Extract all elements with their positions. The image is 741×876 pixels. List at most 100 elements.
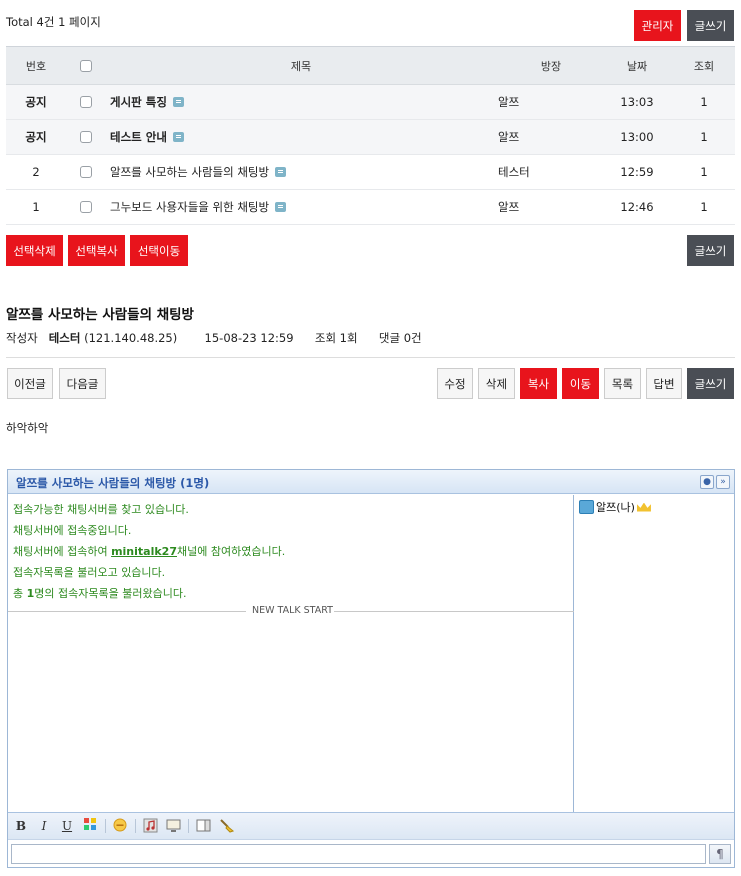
- checkbox-icon: [80, 131, 92, 143]
- chat-widget: 알쯔를 사모하는 사람들의 채팅방 (1명) ● » 접속가능한 채팅서버를 찾…: [7, 469, 735, 868]
- screen-icon[interactable]: [165, 818, 181, 834]
- row-checkbox[interactable]: [78, 85, 94, 119]
- expand-icon[interactable]: »: [716, 475, 730, 489]
- table-row: 1 그누보드 사용자들을 위한 채팅방 알쯔 12:46 1: [6, 190, 735, 225]
- col-number: 번호: [25, 59, 47, 73]
- italic-button[interactable]: I: [37, 818, 51, 834]
- comment-icon: [172, 132, 184, 142]
- copy-button[interactable]: 복사: [520, 368, 557, 399]
- write-button-bottom[interactable]: 글쓰기: [687, 235, 734, 266]
- table-row: 공지 테스트 안내 알쯔 13:00 1: [6, 120, 735, 155]
- comment-icon: [275, 167, 287, 177]
- row-title: 알쯔를 사모하는 사람들의 채팅방: [110, 165, 270, 179]
- row-checkbox[interactable]: [78, 155, 94, 189]
- log-line: 채팅서버에 접속하여 minitalk27채널에 참여하였습니다.: [13, 543, 285, 559]
- row-author[interactable]: 알쯔: [498, 85, 578, 119]
- author-label: 작성자: [6, 331, 38, 345]
- post-views: 조회 1회: [314, 331, 358, 345]
- table-header: 번호 제목 방장 날짜 조회: [6, 47, 735, 85]
- crown-icon: [636, 502, 651, 512]
- row-title-link[interactable]: 테스트 안내: [110, 120, 490, 154]
- next-post-button[interactable]: 다음글: [59, 368, 106, 399]
- row-number: 공지: [25, 95, 47, 109]
- col-title: 제목: [290, 59, 312, 73]
- select-move-button[interactable]: 선택이동: [130, 235, 188, 266]
- row-title: 그누보드 사용자들을 위한 채팅방: [110, 200, 270, 214]
- row-title-link[interactable]: 그누보드 사용자들을 위한 채팅방: [110, 190, 490, 224]
- box-icon[interactable]: [195, 818, 211, 834]
- log-line: 총 1명의 접속자목록을 불러왔습니다.: [13, 585, 186, 601]
- music-icon[interactable]: [142, 818, 158, 834]
- divider: [6, 357, 735, 358]
- row-author[interactable]: 알쯔: [498, 190, 578, 224]
- col-views: 조회: [693, 59, 715, 73]
- reply-button[interactable]: 답변: [646, 368, 682, 399]
- row-checkbox[interactable]: [78, 120, 94, 154]
- row-checkbox[interactable]: [78, 190, 94, 224]
- select-delete-button[interactable]: 선택삭제: [6, 235, 63, 266]
- user-name: 알쯔(나): [596, 501, 635, 514]
- log-text: 채널에 참여하였습니다.: [177, 545, 286, 558]
- talk-start-divider: NEW TALK START: [8, 605, 574, 617]
- post-body: 하악하악: [6, 421, 49, 435]
- write-button-top[interactable]: 글쓰기: [687, 10, 734, 41]
- col-date: 날짜: [626, 59, 648, 73]
- write-button-view[interactable]: 글쓰기: [687, 368, 734, 399]
- comment-icon: [172, 97, 184, 107]
- checkbox-icon: [80, 96, 92, 108]
- move-button[interactable]: 이동: [562, 368, 599, 399]
- user-list: 알쯔(나): [575, 495, 735, 812]
- emoticon-icon[interactable]: [112, 818, 128, 834]
- chat-header: 알쯔를 사모하는 사람들의 채팅방 (1명) ● »: [8, 470, 734, 494]
- row-author[interactable]: 알쯔: [498, 120, 578, 154]
- log-text: 채팅서버에 접속하여: [13, 545, 112, 558]
- chat-log[interactable]: 접속가능한 채팅서버를 찾고 있습니다. 채팅서버에 접속중입니다. 채팅서버에…: [8, 495, 574, 812]
- post-author[interactable]: 테스터: [49, 331, 81, 345]
- row-title-link[interactable]: 게시판 특징: [110, 85, 490, 119]
- table-row: 2 알쯔를 사모하는 사람들의 채팅방 테스터 12:59 1: [6, 155, 735, 190]
- total-count: Total 4건 1 페이지: [6, 15, 101, 29]
- row-date: 12:46: [620, 200, 654, 214]
- prev-post-button[interactable]: 이전글: [7, 368, 53, 399]
- post-list-table: 번호 제목 방장 날짜 조회 공지 게시판 특징 알쯔 13:03 1 공지 테…: [6, 46, 735, 225]
- row-author[interactable]: 테스터: [498, 155, 578, 189]
- chat-message-input[interactable]: [11, 844, 706, 864]
- row-title: 게시판 특징: [110, 95, 167, 109]
- comment-icon: [275, 202, 287, 212]
- color-icon[interactable]: [83, 818, 97, 834]
- row-date: 13:00: [620, 130, 654, 144]
- user-item[interactable]: 알쯔(나): [579, 499, 651, 515]
- row-views: 1: [700, 130, 708, 144]
- user-list-icon[interactable]: ●: [700, 475, 714, 489]
- row-title: 테스트 안내: [110, 130, 167, 144]
- chat-toolbar: B I U: [8, 812, 734, 840]
- admin-button[interactable]: 관리자: [634, 10, 681, 41]
- row-views: 1: [700, 95, 708, 109]
- row-title-link[interactable]: 알쯔를 사모하는 사람들의 채팅방: [110, 155, 490, 189]
- post-ip: (121.140.48.25): [84, 331, 178, 345]
- row-views: 1: [700, 165, 708, 179]
- delete-button[interactable]: 삭제: [478, 368, 515, 399]
- clear-icon[interactable]: [218, 818, 234, 834]
- select-copy-button[interactable]: 선택복사: [68, 235, 125, 266]
- log-text: 총: [13, 587, 27, 600]
- table-row: 공지 게시판 특징 알쯔 13:03 1: [6, 85, 735, 120]
- log-line: 접속자목록을 불러오고 있습니다.: [13, 566, 166, 579]
- send-button[interactable]: ¶: [709, 844, 731, 864]
- chat-title: 알쯔를 사모하는 사람들의 채팅방 (1명): [16, 476, 210, 490]
- select-all-checkbox[interactable]: [78, 47, 94, 84]
- post-title: 알쯔를 사모하는 사람들의 채팅방: [6, 307, 194, 323]
- underline-button[interactable]: U: [60, 818, 74, 834]
- bold-button[interactable]: B: [14, 818, 28, 834]
- row-date: 13:03: [620, 95, 654, 109]
- row-views: 1: [700, 200, 708, 214]
- post-comments: 댓글 0건: [378, 331, 422, 345]
- list-button[interactable]: 목록: [604, 368, 641, 399]
- checkbox-icon: [80, 166, 92, 178]
- row-number: 1: [32, 200, 40, 214]
- checkbox-icon: [80, 201, 92, 213]
- edit-button[interactable]: 수정: [437, 368, 473, 399]
- log-text: 명의 접속자목록을 불러왔습니다.: [34, 587, 187, 600]
- log-line: 채팅서버에 접속중입니다.: [13, 524, 132, 537]
- log-line: 접속가능한 채팅서버를 찾고 있습니다.: [13, 503, 189, 516]
